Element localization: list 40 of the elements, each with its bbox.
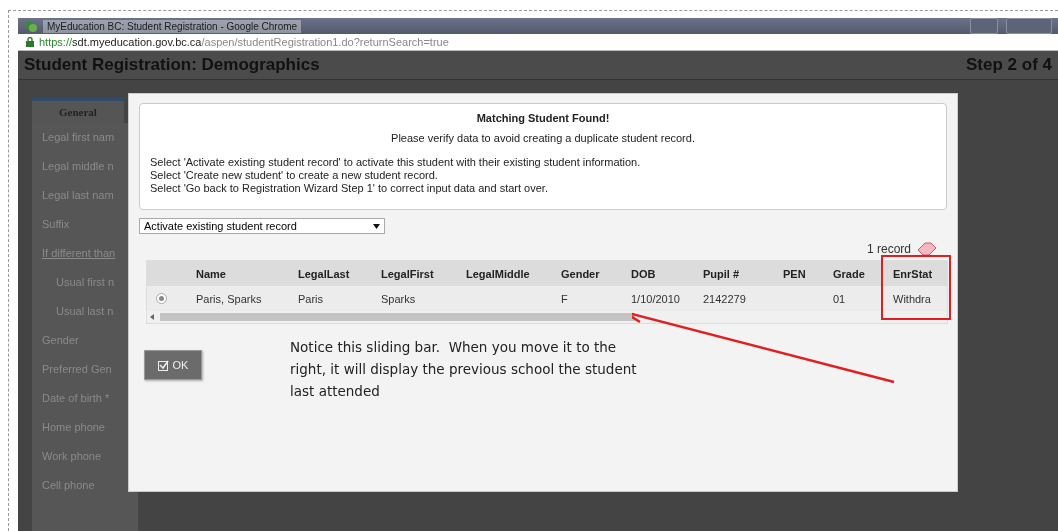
- step-indicator: Step 2 of 4: [966, 54, 1052, 75]
- column-header[interactable]: PEN: [774, 267, 824, 280]
- browser-logo-icon: [24, 19, 38, 34]
- row-radio[interactable]: [156, 293, 167, 304]
- eraser-icon[interactable]: [917, 242, 937, 256]
- column-header[interactable]: LegalMiddle: [457, 267, 552, 280]
- column-header[interactable]: Pupil #: [694, 267, 774, 280]
- column-header[interactable]: EnrStat: [884, 267, 947, 280]
- table-cell-text: F: [560, 292, 569, 305]
- checkbox-icon: [157, 359, 169, 371]
- dialog-subtitle: Please verify data to avoid creating a duplicate student record.: [390, 132, 696, 144]
- action-select[interactable]: Activate existing student record: [139, 218, 385, 234]
- table-cell-text: Withdra: [892, 292, 932, 305]
- column-header[interactable]: LegalLast: [289, 267, 372, 280]
- annotation-text: Notice this sliding bar. When you move it to the right, it will display the previous school the student last attended: [290, 338, 638, 401]
- ok-button[interactable]: OK: [144, 350, 202, 380]
- table-cell-text: Sparks: [380, 292, 417, 305]
- lock-icon: [26, 37, 34, 48]
- table-cell-text: 1/10/2010: [630, 292, 681, 305]
- restore-button[interactable]: [970, 18, 998, 35]
- window-controls[interactable]: [1006, 18, 1052, 35]
- table-cell-text: 2142279: [702, 292, 747, 305]
- instruction-text: Select 'Activate existing student record' to activate this student with their existing student information.: [150, 156, 642, 169]
- scroll-left-icon[interactable]: [150, 314, 154, 320]
- window-title: MyEducation BC: Student Registration - Google Chrome: [43, 19, 302, 33]
- instruction-text: Select 'Create new student' to create a new student record.: [150, 169, 439, 182]
- instruction-text: Select 'Go back to Registration Wizard Step 1' to correct input data and start over.: [150, 182, 549, 195]
- table-cell-text: Paris, Sparks: [195, 292, 263, 305]
- column-header[interactable]: Gender: [552, 267, 622, 280]
- column-header[interactable]: DOB: [622, 267, 694, 280]
- table-cell-text: 01: [832, 292, 847, 305]
- dropdown-caret-icon: [373, 223, 380, 229]
- table-cell-text: Paris: [297, 292, 325, 305]
- column-header[interactable]: Name: [187, 267, 289, 280]
- record-count: 1 record: [866, 242, 911, 256]
- page-title: Student Registration: Demographics: [24, 54, 320, 75]
- dialog-title: Matching Student Found!: [475, 112, 611, 124]
- column-header[interactable]: LegalFirst: [372, 267, 457, 280]
- column-header[interactable]: Grade: [824, 267, 884, 280]
- highlight-box: [881, 255, 951, 320]
